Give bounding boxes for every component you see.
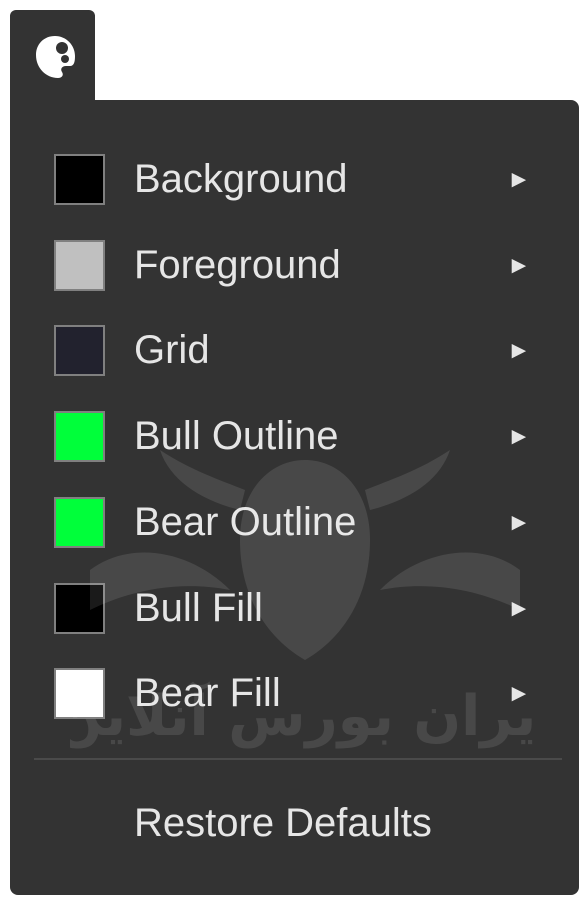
submenu-arrow-icon: ►: [507, 252, 531, 279]
menu-item-label: Foreground: [134, 243, 341, 287]
palette-icon: [36, 36, 75, 78]
menu-item-bear-outline[interactable]: Bear Outline ►: [10, 481, 579, 567]
menu-item-grid[interactable]: Grid ►: [10, 309, 579, 395]
menu-item-label: Grid: [134, 328, 210, 372]
color-menu-tab[interactable]: [10, 10, 95, 110]
bull-outline-color-swatch: [54, 411, 105, 462]
foreground-color-swatch: [54, 240, 105, 291]
menu-item-label: Background: [134, 157, 348, 201]
menu-divider: [34, 758, 562, 760]
menu-item-background[interactable]: Background ►: [10, 138, 579, 224]
submenu-arrow-icon: ►: [507, 423, 531, 450]
menu-item-bear-fill[interactable]: Bear Fill ►: [10, 652, 579, 738]
background-color-swatch: [54, 154, 105, 205]
grid-color-swatch: [54, 325, 105, 376]
color-menu: Background ► Foreground ► Grid ► Bull Ou…: [10, 100, 579, 895]
menu-item-bull-outline[interactable]: Bull Outline ►: [10, 395, 579, 481]
submenu-arrow-icon: ►: [507, 166, 531, 193]
submenu-arrow-icon: ►: [507, 680, 531, 707]
menu-item-label: Bear Fill: [134, 671, 281, 715]
color-settings-popup: Background ► Foreground ► Grid ► Bull Ou…: [0, 0, 579, 897]
menu-item-label: Bull Outline: [134, 414, 339, 458]
bear-outline-color-swatch: [54, 497, 105, 548]
menu-item-foreground[interactable]: Foreground ►: [10, 224, 579, 310]
bull-fill-color-swatch: [54, 583, 105, 634]
menu-item-bull-fill[interactable]: Bull Fill ►: [10, 567, 579, 653]
restore-defaults-button[interactable]: Restore Defaults: [134, 800, 432, 846]
submenu-arrow-icon: ►: [507, 337, 531, 364]
menu-item-label: Bull Fill: [134, 586, 263, 630]
menu-item-label: Bear Outline: [134, 500, 357, 544]
submenu-arrow-icon: ►: [507, 509, 531, 536]
bear-fill-color-swatch: [54, 668, 105, 719]
submenu-arrow-icon: ►: [507, 595, 531, 622]
